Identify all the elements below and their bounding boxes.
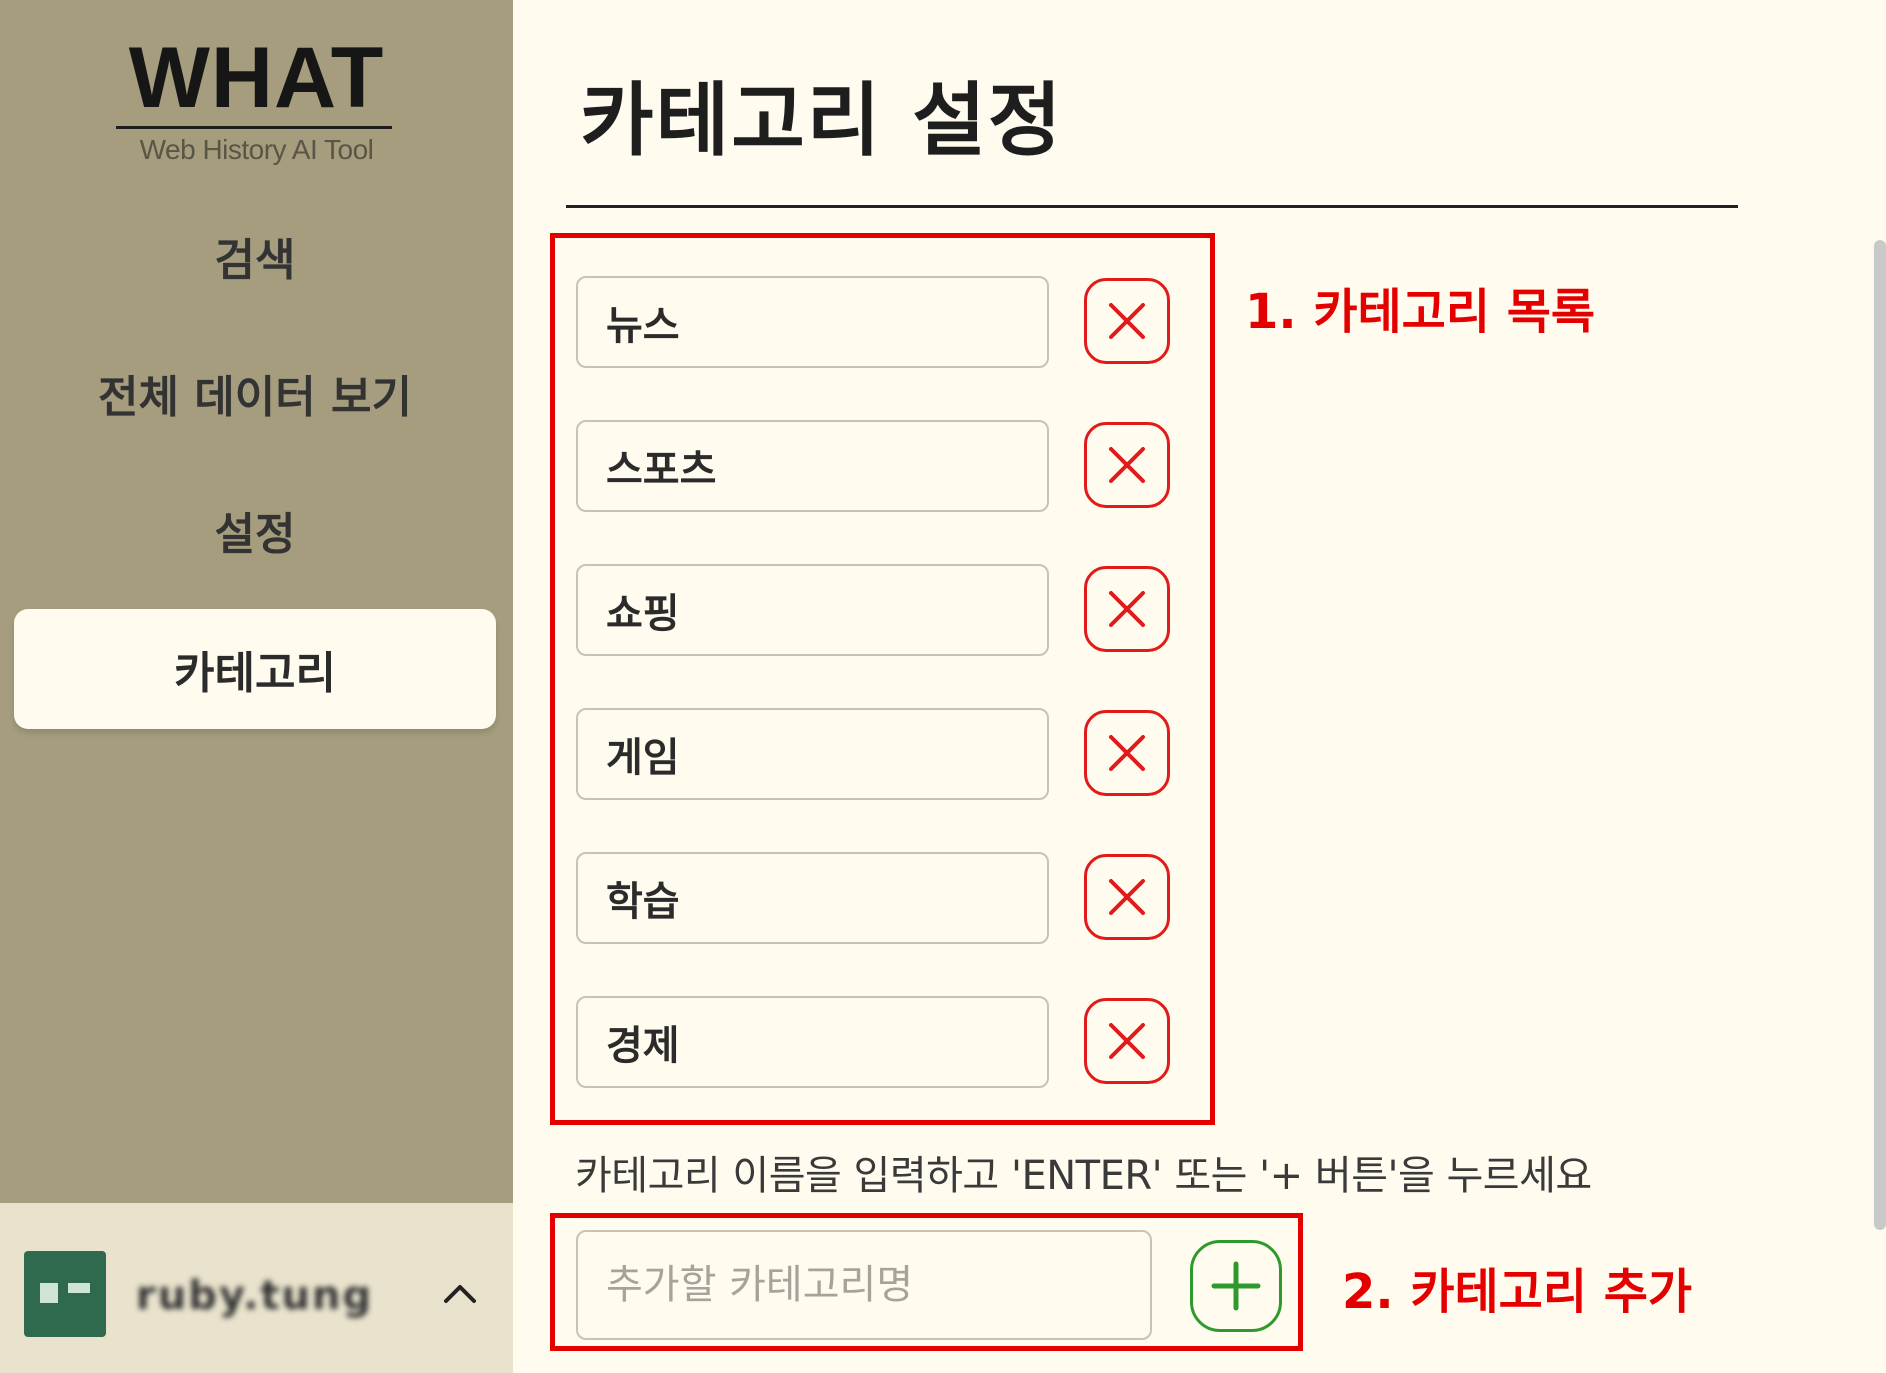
sidebar-item-label: 설정 — [214, 509, 296, 560]
sidebar-item-label: 카테고리 — [174, 648, 336, 699]
logo[interactable]: WHAT Web History AI Tool — [0, 30, 513, 165]
close-icon — [1109, 591, 1145, 627]
delete-category-button[interactable] — [1084, 710, 1170, 796]
user-profile-bar[interactable]: ruby.tung — [0, 1203, 513, 1373]
delete-category-button[interactable] — [1084, 566, 1170, 652]
add-category-button[interactable] — [1190, 1240, 1282, 1332]
annotation-category-add: 2. 카테고리 추가 — [1342, 1264, 1693, 1320]
category-name-input[interactable] — [576, 708, 1049, 800]
user-name: ruby.tung — [136, 1273, 374, 1319]
close-icon — [1109, 303, 1145, 339]
category-name-input[interactable] — [576, 852, 1049, 944]
close-icon — [1109, 447, 1145, 483]
category-row — [576, 708, 1174, 800]
delete-category-button[interactable] — [1084, 998, 1170, 1084]
sidebar: WHAT Web History AI Tool 검색 전체 데이터 보기 설정… — [0, 0, 513, 1373]
logo-title: WHAT — [128, 30, 385, 126]
category-row — [576, 276, 1174, 368]
annotation-category-list: 1. 카테고리 목록 — [1245, 284, 1596, 340]
category-row — [576, 420, 1174, 512]
sidebar-item-label: 검색 — [214, 235, 296, 286]
close-icon — [1109, 879, 1145, 915]
plus-icon — [1211, 1261, 1261, 1311]
sidebar-item-all-data[interactable]: 전체 데이터 보기 — [14, 333, 496, 453]
add-category-hint: 카테고리 이름을 입력하고 'ENTER' 또는 '+ 버튼'을 누르세요 — [575, 1153, 1592, 1199]
delete-category-button[interactable] — [1084, 854, 1170, 940]
sidebar-item-label: 전체 데이터 보기 — [98, 372, 412, 423]
category-row — [576, 996, 1174, 1088]
sidebar-item-category[interactable]: 카테고리 — [14, 609, 496, 729]
logo-divider — [116, 126, 392, 129]
delete-category-button[interactable] — [1084, 278, 1170, 364]
title-divider — [566, 205, 1738, 208]
category-name-input[interactable] — [576, 996, 1049, 1088]
sidebar-item-search[interactable]: 검색 — [14, 196, 496, 316]
add-category-input[interactable] — [576, 1230, 1152, 1340]
delete-category-button[interactable] — [1084, 422, 1170, 508]
sidebar-item-settings[interactable]: 설정 — [14, 470, 496, 590]
category-row — [576, 564, 1174, 656]
scrollbar[interactable] — [1874, 240, 1886, 1230]
category-row — [576, 852, 1174, 944]
close-icon — [1109, 1023, 1145, 1059]
category-name-input[interactable] — [576, 420, 1049, 512]
category-name-input[interactable] — [576, 276, 1049, 368]
chevron-up-icon[interactable] — [440, 1273, 480, 1313]
logo-subtitle: Web History AI Tool — [139, 134, 374, 165]
close-icon — [1109, 735, 1145, 771]
avatar — [24, 1251, 106, 1337]
category-name-input[interactable] — [576, 564, 1049, 656]
page-title: 카테고리 설정 — [580, 74, 1064, 167]
